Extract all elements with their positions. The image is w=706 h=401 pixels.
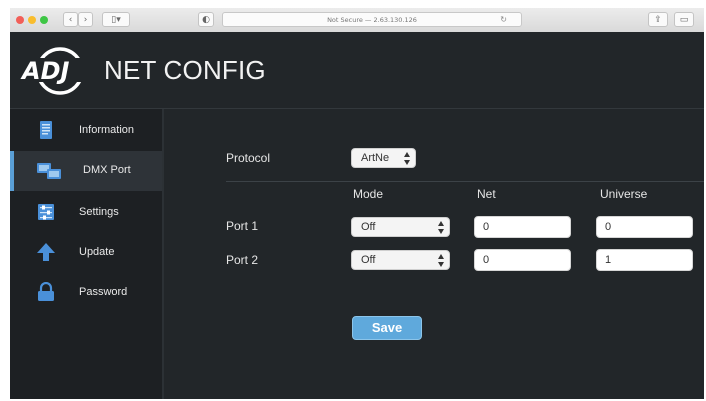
select-arrows-icon [438,254,444,267]
zoom-window-button[interactable] [40,16,48,24]
tabs-icon: ▭ [679,15,689,25]
port-1-mode-select[interactable]: Off [351,217,450,237]
arrow-up-icon [36,242,56,262]
sidebar-item-information[interactable]: Information [10,111,162,151]
dmx-port-panel: Protocol ArtNe Mode Net Universe Port 1 … [164,109,704,399]
sidebar-item-settings[interactable]: Settings [10,193,162,233]
app-header: ADJ NET CONFIG [10,32,704,109]
protocol-select[interactable]: ArtNe [351,148,416,168]
sidebar-item-label: Settings [79,206,119,218]
port-1-universe-input[interactable]: 0 [596,216,693,238]
share-icon: ⇪ [654,15,662,25]
sidebar-item-update[interactable]: Update [10,233,162,273]
page-title: NET CONFIG [104,55,266,85]
divider [226,181,704,182]
sidebar: Information DMX Port Settings Update Pas… [10,109,164,399]
port-1-mode-value: Off [361,221,376,233]
select-arrows-icon [404,152,410,165]
address-bar[interactable]: Not Secure — 2.63.130.126 ↻ [222,12,522,27]
port-2-mode-select[interactable]: Off [351,250,450,270]
monitor-icon [36,162,61,182]
address-text: Not Secure — 2.63.130.126 [327,16,417,24]
forward-button[interactable]: › [78,12,93,27]
protocol-value: ArtNe [361,152,390,164]
port-2-mode-value: Off [361,254,376,266]
sidebar-item-label: DMX Port [83,164,131,176]
sidebar-item-label: Information [79,124,135,136]
port-1-label: Port 1 [226,219,259,233]
sidebar-toggle-button[interactable]: ▯▾ [102,12,130,27]
lock-icon [36,281,56,302]
port-1-net-input[interactable]: 0 [474,216,571,238]
share-button[interactable]: ⇪ [648,12,668,27]
universe-column-header: Universe [600,187,648,201]
sidebar-icon: ▯▾ [111,15,121,25]
port-2-label: Port 2 [226,253,259,267]
save-button[interactable]: Save [352,316,422,340]
back-button[interactable]: ‹ [63,12,78,27]
protocol-label: Protocol [226,151,271,165]
net-column-header: Net [477,187,496,201]
tabs-button[interactable]: ▭ [674,12,694,27]
close-window-button[interactable] [16,16,24,24]
port-2-universe-input[interactable]: 1 [596,249,693,271]
shield-icon: ◐ [202,15,210,25]
browser-toolbar: ‹ › ▯▾ ◐ Not Secure — 2.63.130.126 ↻ ⇪ ▭ [10,8,704,33]
chevron-right-icon: › [83,15,88,25]
logo-text: ADJ [20,57,69,85]
minimize-window-button[interactable] [28,16,36,24]
port-1-net-value: 0 [483,221,490,233]
mode-column-header: Mode [353,187,384,201]
port-2-net-input[interactable]: 0 [474,249,571,271]
sidebar-item-label: Update [79,246,115,258]
port-2-net-value: 0 [483,254,490,266]
sliders-icon [36,202,56,222]
adj-logo: ADJ [20,44,98,103]
port-1-universe-value: 0 [605,221,612,233]
sidebar-item-dmx-port[interactable]: DMX Port [10,151,162,191]
reload-icon[interactable]: ↻ [500,13,507,27]
port-2-universe-value: 1 [605,254,612,266]
select-arrows-icon [438,221,444,234]
privacy-report-button[interactable]: ◐ [198,12,214,27]
document-icon [36,120,56,140]
sidebar-item-password[interactable]: Password [10,273,162,313]
chevron-left-icon: ‹ [68,15,73,25]
sidebar-item-label: Password [79,286,128,298]
app-window: ADJ NET CONFIG Information DMX Port Sett… [10,32,704,399]
